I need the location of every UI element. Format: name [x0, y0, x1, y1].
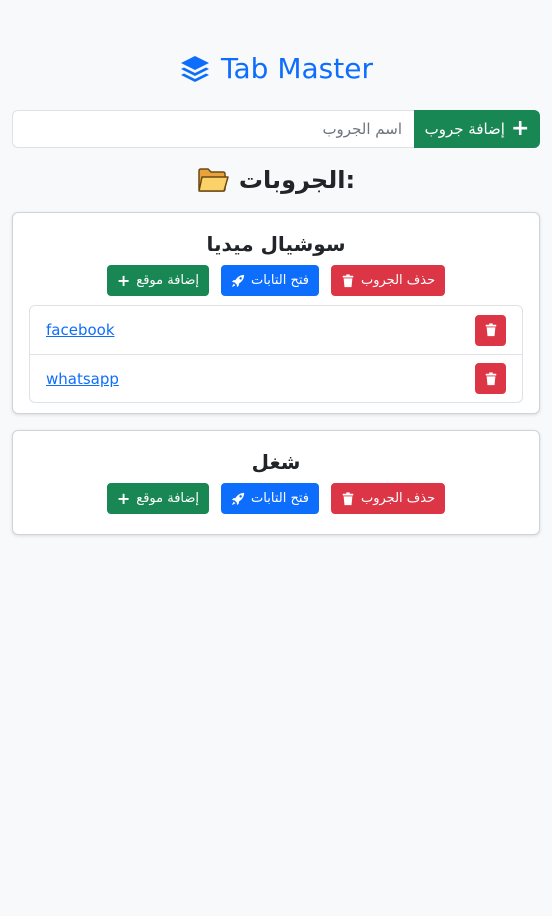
group-card: سوشيال ميديا + إضافة موقع فتح التابات حذ… [12, 212, 540, 414]
folder-icon [197, 167, 229, 193]
site-link[interactable]: facebook [46, 321, 115, 339]
group-card: شغل + إضافة موقع فتح التابات حذف الجروب [12, 430, 540, 535]
add-site-button-label: إضافة موقع [136, 491, 200, 506]
app-title-text: Tab Master [221, 52, 373, 85]
delete-group-button[interactable]: حذف الجروب [330, 265, 446, 296]
group-actions: + إضافة موقع فتح التابات حذف الجروب [13, 265, 539, 296]
list-item: facebook [30, 306, 522, 354]
trash-icon [341, 273, 355, 288]
rocket-icon [231, 274, 245, 288]
add-site-button[interactable]: + إضافة موقع [106, 483, 210, 514]
app-title: Tab Master [0, 52, 552, 85]
plus-icon: + [510, 116, 530, 141]
trash-icon [484, 323, 498, 337]
list-item: whatsapp [30, 354, 522, 402]
delete-group-button-label: حذف الجروب [360, 273, 436, 288]
delete-site-button[interactable] [475, 314, 506, 346]
group-name: شغل [251, 450, 301, 474]
site-list: facebook whatsapp [29, 305, 523, 403]
add-group-form: + إضافة جروب [12, 110, 540, 148]
groups-section-title-text: الجروبات: [238, 166, 356, 194]
group-name: سوشيال ميديا [206, 232, 346, 256]
site-link[interactable]: whatsapp [46, 370, 119, 388]
layers-icon [179, 53, 211, 85]
delete-site-button[interactable] [475, 363, 506, 394]
open-tabs-button-label: فتح التابات [251, 273, 309, 288]
plus-icon: + [116, 488, 131, 508]
group-name-input[interactable] [12, 110, 414, 148]
open-tabs-button[interactable]: فتح التابات [221, 483, 319, 514]
add-site-button-label: إضافة موقع [136, 273, 200, 288]
trash-icon [484, 371, 498, 386]
trash-icon [341, 491, 355, 506]
open-tabs-button-label: فتح التابات [251, 491, 309, 506]
groups-section-title: الجروبات: [0, 166, 552, 194]
open-tabs-button[interactable]: فتح التابات [221, 265, 319, 296]
delete-group-button[interactable]: حذف الجروب [330, 483, 446, 514]
group-actions: + إضافة موقع فتح التابات حذف الجروب [13, 483, 539, 514]
rocket-icon [231, 492, 245, 506]
add-site-button[interactable]: + إضافة موقع [106, 265, 210, 296]
plus-icon: + [116, 270, 131, 290]
add-group-button-label: إضافة جروب [424, 120, 505, 138]
add-group-button[interactable]: + إضافة جروب [414, 110, 540, 148]
delete-group-button-label: حذف الجروب [360, 491, 436, 506]
